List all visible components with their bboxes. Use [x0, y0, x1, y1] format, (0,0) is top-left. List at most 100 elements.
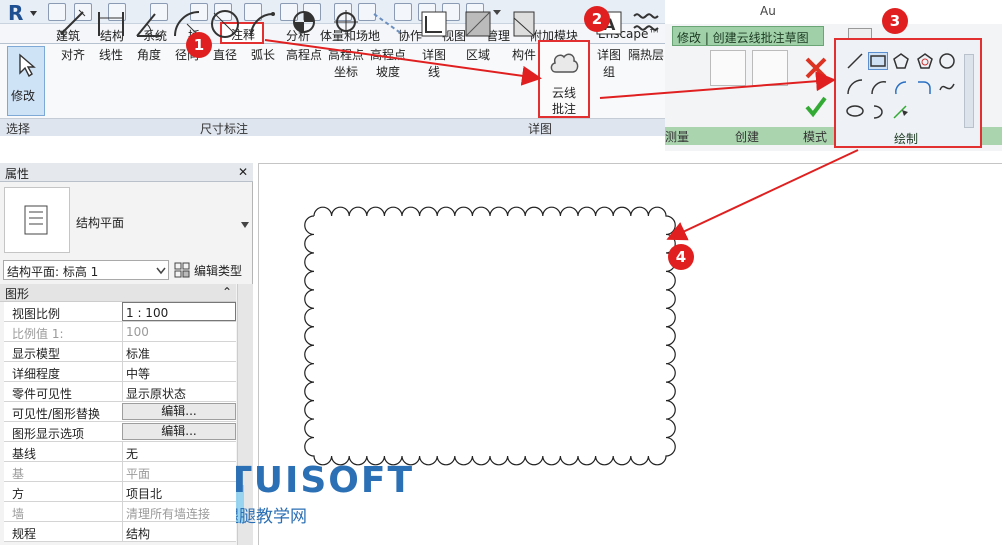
panel-select-label[interactable]: 选择	[6, 120, 30, 137]
property-value: 平面	[122, 462, 236, 481]
context-tab-title[interactable]: 修改 | 创建云线批注草图	[672, 26, 824, 46]
app-title: Au	[760, 4, 776, 18]
create-family-icon[interactable]	[752, 50, 788, 86]
draw-spline-icon[interactable]	[938, 78, 956, 96]
type-selector-dropdown-icon[interactable]	[240, 218, 250, 228]
edit-type-button[interactable]: 编辑类型	[174, 260, 250, 280]
detail-group-label-1: 详图	[596, 48, 621, 62]
property-row: 墙 清理所有墙连接	[4, 502, 236, 522]
detail-line-label-1: 详图	[421, 48, 446, 62]
aligned-label: 对齐	[60, 48, 85, 62]
draw-tangent-arc-icon[interactable]	[892, 78, 910, 96]
component-label: 构件	[511, 48, 536, 62]
cloud-outline[interactable]	[304, 206, 676, 466]
draw-partial-ellipse-icon[interactable]	[870, 102, 888, 120]
arc-length-dimension-button[interactable]: 弧长	[246, 8, 280, 64]
panel-mode-label: 模式	[803, 130, 828, 144]
diameter-label: 直径	[212, 48, 237, 62]
draw-ellipse-icon[interactable]	[846, 102, 864, 120]
diameter-dimension-button[interactable]: 直径	[208, 8, 242, 64]
aligned-dimension-button[interactable]: 对齐	[56, 8, 90, 64]
arc-length-label: 弧长	[250, 48, 275, 62]
pick-lines-icon[interactable]	[892, 102, 910, 120]
modify-label: 修改	[11, 89, 36, 103]
property-row: 可见性/图形替换 编辑...	[4, 402, 236, 422]
revision-cloud-button[interactable]: 云线 批注	[538, 40, 590, 118]
spot-elevation-icon	[293, 11, 315, 33]
revision-cloud-label-1: 云线	[552, 86, 577, 100]
draw-circle-icon[interactable]	[938, 52, 956, 70]
property-key: 规程	[12, 527, 37, 541]
arc-length-dimension-icon	[250, 12, 275, 37]
finish-edit-icon[interactable]	[804, 94, 828, 118]
property-key: 方	[12, 487, 25, 501]
type-preview	[4, 187, 70, 253]
property-row: 规程 结构	[4, 522, 236, 542]
collapse-icon[interactable]: ⌃	[222, 285, 232, 299]
property-key: 可见性/图形替换	[12, 407, 101, 421]
property-row: 基线 无	[4, 442, 236, 462]
spot-slope-button[interactable]: 高程点 坡度	[368, 8, 408, 81]
property-edit-button[interactable]: 编辑...	[122, 403, 236, 420]
modify-button[interactable]: 修改	[7, 46, 45, 116]
edit-type-label: 编辑类型	[194, 264, 243, 278]
draw-start-end-arc-icon[interactable]	[846, 78, 864, 96]
linear-dimension-icon	[98, 12, 124, 36]
instance-selector[interactable]: 结构平面: 标高 1	[3, 260, 169, 280]
spot-coordinate-label-2: 坐标	[333, 65, 358, 79]
group-header-graphics[interactable]: 图形 ⌃	[0, 284, 236, 302]
spot-slope-label-2: 坡度	[375, 65, 400, 79]
property-input[interactable]: 1 : 100	[122, 302, 236, 321]
property-key: 图形显示选项	[12, 427, 85, 441]
properties-title: 属性	[5, 167, 30, 181]
insulation-button[interactable]: 隔热层	[628, 8, 664, 64]
angular-dimension-button[interactable]: 角度	[132, 8, 166, 64]
angular-dimension-icon	[136, 13, 161, 37]
property-row: 显示模型 标准	[4, 342, 236, 362]
region-button[interactable]: 区域	[458, 8, 498, 64]
step-badge-3: 3	[882, 8, 908, 34]
property-row: 方 项目北	[4, 482, 236, 502]
instance-selector-value: 结构平面: 标高 1	[7, 265, 99, 279]
spot-elevation-button[interactable]: 高程点	[284, 8, 324, 64]
insulation-icon	[633, 13, 659, 31]
draw-line-icon[interactable]	[846, 52, 864, 70]
property-key: 显示模型	[12, 347, 61, 361]
aligned-dimension-icon	[58, 9, 86, 37]
detail-line-label-2: 线	[427, 65, 440, 79]
property-row: 详细程度 中等	[4, 362, 236, 382]
ribbon-panel-titles: 选择 尺寸标注 详图	[0, 118, 665, 136]
draw-panel-scrollbar[interactable]	[964, 54, 974, 128]
cancel-edit-icon[interactable]	[804, 56, 828, 80]
draw-inscribed-polygon-icon[interactable]	[892, 52, 910, 70]
revit-logo[interactable]: R	[4, 1, 40, 25]
detail-line-button[interactable]: 详图 线	[416, 8, 452, 81]
draw-fillet-arc-icon[interactable]	[916, 78, 934, 96]
property-row: 基 平面	[4, 462, 236, 482]
draw-rectangle-icon[interactable]	[868, 52, 888, 70]
diameter-dimension-icon	[211, 10, 239, 38]
draw-center-arc-icon[interactable]	[870, 78, 888, 96]
property-row: 图形显示选项 编辑...	[4, 422, 236, 442]
step-badge-1: 1	[186, 32, 212, 58]
property-row: 零件可见性 显示原状态	[4, 382, 236, 402]
property-value: 项目北	[122, 482, 236, 501]
linear-label: 线性	[98, 48, 123, 62]
spot-coordinate-icon	[334, 10, 358, 34]
draw-circumscribed-polygon-icon[interactable]	[916, 52, 934, 70]
property-key: 基	[12, 467, 25, 481]
detail-group-label-2: 组	[602, 65, 615, 79]
create-tool-icon[interactable]	[710, 50, 746, 86]
property-value: 标准	[122, 342, 236, 361]
draw-panel: 绘制	[834, 38, 982, 148]
property-row: 比例值 1: 100	[4, 322, 236, 342]
property-key: 零件可见性	[12, 387, 73, 401]
property-edit-button[interactable]: 编辑...	[122, 423, 236, 440]
linear-dimension-button[interactable]: 线性	[94, 8, 128, 64]
region-icon	[465, 11, 491, 37]
panel-dimension-label[interactable]: 尺寸标注	[200, 120, 248, 137]
spot-elevation-label: 高程点	[285, 48, 322, 62]
close-icon[interactable]: ✕	[238, 165, 248, 179]
spot-coordinate-button[interactable]: 高程点 坐标	[326, 8, 366, 81]
property-value: 显示原状态	[122, 382, 236, 401]
